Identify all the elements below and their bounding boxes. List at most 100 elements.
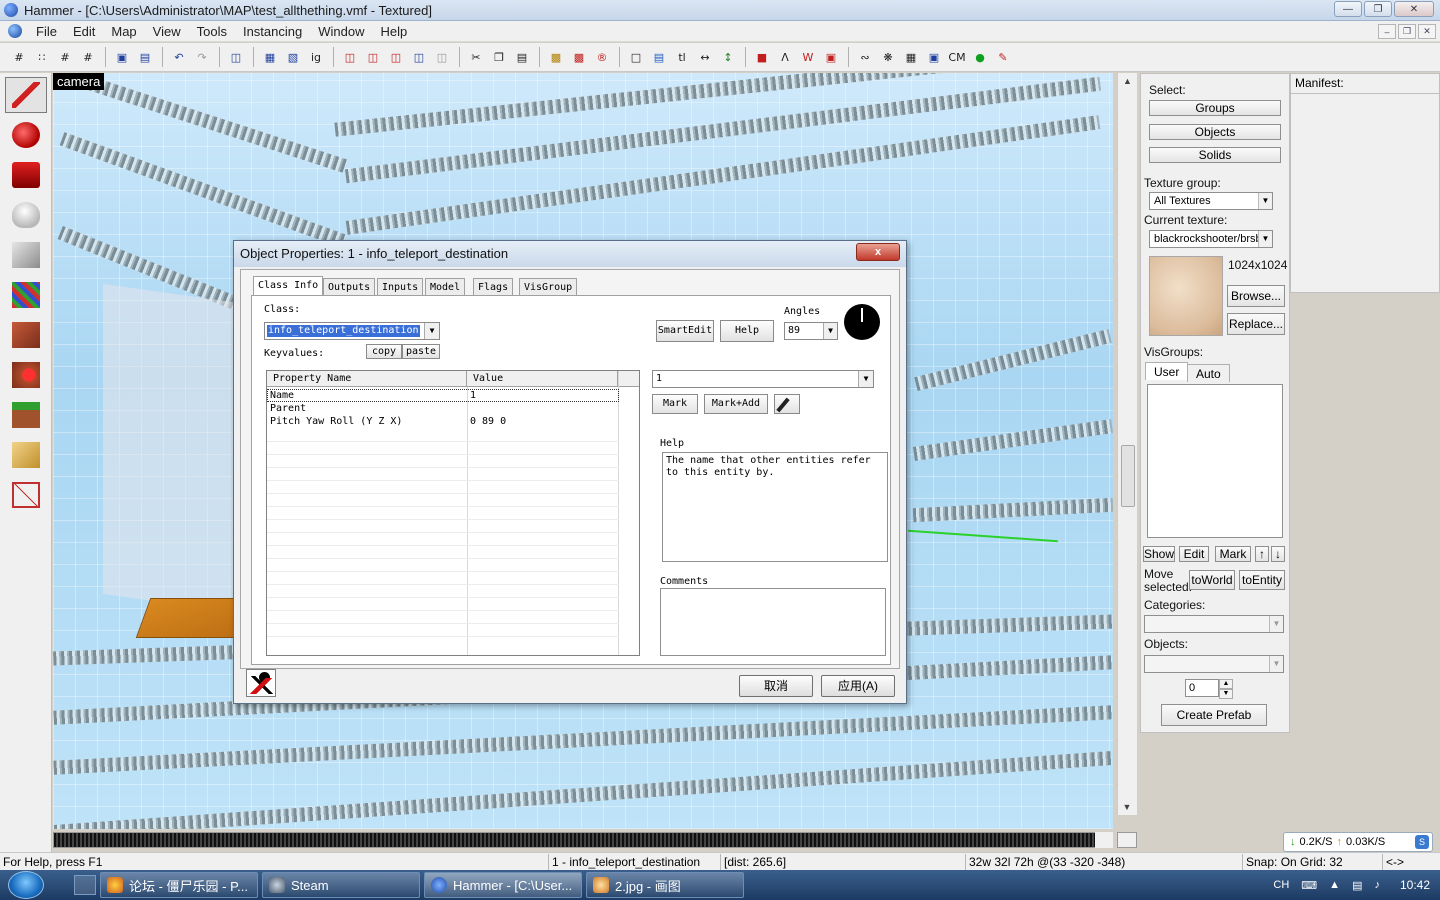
document-icon[interactable]: [8, 24, 22, 38]
chevron-down-icon[interactable]: ▼: [858, 371, 873, 387]
chevron-down-icon[interactable]: ▼: [424, 323, 439, 339]
create-prefab-button[interactable]: Create Prefab: [1161, 704, 1267, 726]
scroll-up-icon[interactable]: ▲: [1118, 73, 1137, 89]
tab-class-info[interactable]: Class Info: [253, 276, 324, 296]
wireframe-icon[interactable]: ▦: [900, 46, 922, 68]
no-entity-icon[interactable]: [246, 669, 276, 697]
vis-group-icon-3[interactable]: ◫: [385, 46, 407, 68]
copy-button[interactable]: copy: [366, 344, 402, 359]
to-world-button[interactable]: toWorld: [1189, 570, 1235, 590]
ignore-groups-icon[interactable]: ig: [305, 46, 327, 68]
tray-expand-icon[interactable]: ▲: [1329, 879, 1340, 891]
vertical-scrollbar[interactable]: ▲ ▼: [1117, 73, 1137, 815]
mdi-restore-button[interactable]: ❐: [1398, 24, 1416, 39]
solids-button[interactable]: Solids: [1149, 147, 1281, 163]
texture-preview[interactable]: [1149, 256, 1223, 336]
dialog-titlebar[interactable]: Object Properties: 1 - info_teleport_des…: [234, 241, 906, 267]
objects-select[interactable]: ▼: [1144, 655, 1284, 673]
mark-add-button[interactable]: Mark+Add: [704, 394, 768, 414]
chevron-down-icon[interactable]: ▼: [1269, 656, 1283, 672]
chevron-down-icon[interactable]: ▼: [823, 323, 837, 339]
close-button[interactable]: ✕: [1394, 1, 1434, 17]
entity-report-icon[interactable]: ▣: [820, 46, 842, 68]
edit-button[interactable]: Edit: [1179, 546, 1209, 562]
angle-dial-icon[interactable]: [844, 304, 880, 340]
vis-group-icon-1[interactable]: ◫: [339, 46, 361, 68]
entity-io-icon[interactable]: W: [797, 46, 819, 68]
help-button[interactable]: Help: [720, 320, 774, 342]
menu-edit[interactable]: Edit: [65, 24, 103, 39]
keyboard-icon[interactable]: ⌨: [1301, 879, 1317, 892]
scroll-thumb[interactable]: [1121, 445, 1135, 507]
menu-file[interactable]: File: [28, 24, 65, 39]
tab-outputs[interactable]: Outputs: [323, 278, 376, 296]
comments-field[interactable]: [660, 588, 886, 656]
grid-toggle-icon[interactable]: #: [8, 46, 30, 68]
draw-icon[interactable]: ✎: [992, 46, 1014, 68]
start-button[interactable]: [8, 871, 44, 899]
chevron-down-icon[interactable]: ▼: [1258, 193, 1272, 209]
vis-group-icon-5[interactable]: ◫: [431, 46, 453, 68]
tab-auto[interactable]: Auto: [1187, 364, 1230, 382]
mark-button[interactable]: Mark: [1215, 546, 1251, 562]
cut-icon[interactable]: ✂: [465, 46, 487, 68]
stepper-down-icon[interactable]: ▼: [1219, 689, 1233, 699]
paste-button[interactable]: paste: [402, 344, 440, 359]
tab-visgroup[interactable]: VisGroup: [519, 278, 578, 296]
paste-icon[interactable]: ▤: [511, 46, 533, 68]
browse-button[interactable]: Browse...: [1227, 285, 1285, 307]
maximize-button[interactable]: ❐: [1364, 1, 1392, 17]
grid-smaller-icon[interactable]: #: [54, 46, 76, 68]
textures-icon[interactable]: ▣: [923, 46, 945, 68]
menu-window[interactable]: Window: [310, 24, 372, 39]
taskbar-item-hammer[interactable]: Hammer - [C:\User...: [424, 872, 582, 898]
mdi-minimize-button[interactable]: –: [1378, 24, 1396, 39]
clock[interactable]: 10:42: [1400, 878, 1430, 892]
objects-button[interactable]: Objects: [1149, 124, 1281, 140]
record-icon[interactable]: ®: [591, 46, 613, 68]
visgroup-list[interactable]: [1147, 384, 1283, 538]
texture-group-select[interactable]: All Textures ▼: [1149, 192, 1273, 210]
column-property-name[interactable]: Property Name: [267, 371, 467, 387]
flip-horizontal-icon[interactable]: ↔: [694, 46, 716, 68]
angles-select[interactable]: 89 ▼: [784, 322, 838, 340]
grid-dots-icon[interactable]: ∷: [31, 46, 53, 68]
current-texture-select[interactable]: blackrockshooter/brsbc ▼: [1149, 230, 1273, 248]
vis-group-icon-2[interactable]: ◫: [362, 46, 384, 68]
menu-instancing[interactable]: Instancing: [235, 24, 310, 39]
show-button[interactable]: Show: [1143, 546, 1175, 562]
run-map-icon[interactable]: ◫: [225, 46, 247, 68]
stepper-up-icon[interactable]: ▲: [1219, 679, 1233, 689]
selection-tool[interactable]: [5, 77, 47, 113]
bounding-box-icon[interactable]: □: [625, 46, 647, 68]
to-entity-button[interactable]: toEntity: [1239, 570, 1285, 590]
menu-view[interactable]: View: [145, 24, 189, 39]
taskbar-item-paint[interactable]: 2.jpg - 画图: [586, 872, 744, 898]
taskbar-item-steam[interactable]: Steam: [262, 872, 420, 898]
smartedit-button[interactable]: SmartEdit: [656, 320, 714, 342]
vertex-tool[interactable]: [5, 477, 47, 513]
overlay-tool[interactable]: [5, 397, 47, 433]
hide-icon[interactable]: ▧: [282, 46, 304, 68]
keyvalue-table[interactable]: Property Name Value Name 1 Parent Pitch …: [266, 370, 640, 656]
menu-map[interactable]: Map: [103, 24, 144, 39]
replace-button[interactable]: Replace...: [1227, 313, 1285, 335]
apply-button[interactable]: 应用(A): [821, 675, 895, 697]
language-indicator[interactable]: CH: [1273, 879, 1289, 891]
table-row[interactable]: Name 1: [267, 389, 619, 402]
mark-button[interactable]: Mark: [652, 394, 698, 414]
model-icon[interactable]: ■: [751, 46, 773, 68]
quick-launch-icon[interactable]: [74, 875, 96, 895]
categories-select[interactable]: ▼: [1144, 615, 1284, 633]
network-app-icon[interactable]: S: [1415, 835, 1429, 849]
chevron-down-icon[interactable]: ▼: [1258, 231, 1272, 247]
select-region-icon[interactable]: ▤: [648, 46, 670, 68]
redo-icon[interactable]: ↷: [191, 46, 213, 68]
eyedropper-icon[interactable]: [774, 394, 800, 414]
texture-scale-lock-icon[interactable]: ▩: [568, 46, 590, 68]
decal-tool[interactable]: [5, 357, 47, 393]
cubemap-icon[interactable]: CM: [946, 46, 968, 68]
tab-inputs[interactable]: Inputs: [377, 278, 424, 296]
tab-flags[interactable]: Flags: [473, 278, 514, 296]
dialog-close-button[interactable]: x: [856, 243, 900, 261]
